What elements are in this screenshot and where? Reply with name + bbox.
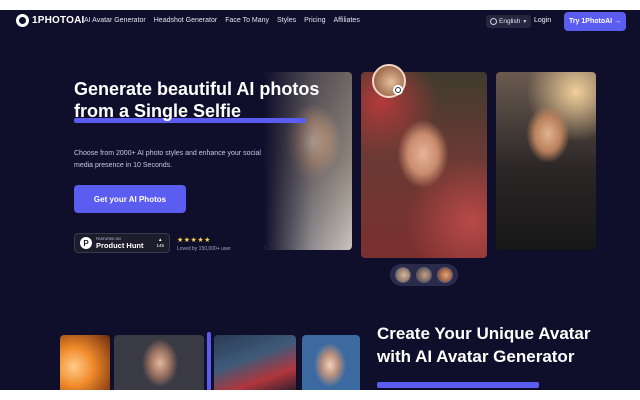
thumbnail-selfie[interactable] (395, 267, 411, 283)
gallery-image (60, 335, 110, 390)
sample-photo-main (361, 72, 487, 258)
hero-subtitle: Choose from 2000+ AI photo styles and en… (74, 150, 261, 169)
hero-title: Generate beautiful AI photos from a Sing… (74, 79, 320, 121)
nav-links: AI Avatar Generator Headshot Generator F… (84, 17, 360, 24)
upvote-count: ▲ 145 (156, 237, 164, 248)
gallery-image (214, 335, 296, 390)
logo-text: 1PHOTOAI (32, 15, 85, 26)
page: 1PHOTOAI AI Avatar Generator Headshot Ge… (0, 10, 640, 390)
nav-face-to-many[interactable]: Face To Many (225, 17, 269, 24)
nav-affiliates[interactable]: Affiliates (334, 17, 360, 24)
product-hunt-badge[interactable]: P FEATURED ON Product Hunt ▲ 145 (74, 233, 170, 253)
selfie-thumbnails (390, 264, 458, 286)
sample-photo-hat (496, 72, 596, 250)
logo-icon (16, 14, 29, 27)
nav-ai-avatar-generator[interactable]: AI Avatar Generator (84, 17, 146, 24)
camera-icon (393, 85, 403, 95)
language-label: English (499, 18, 521, 25)
gallery-image (302, 335, 360, 390)
thumbnail-selfie[interactable] (437, 267, 453, 283)
product-hunt-name: Product Hunt (96, 240, 144, 250)
login-link[interactable]: Login (534, 17, 551, 24)
section-title: Create Your Unique Avatar with AI Avatar… (377, 324, 591, 366)
loved-by-text: Loved by 150,000+ user (177, 246, 231, 252)
section-title-underline (377, 382, 539, 388)
logo[interactable]: 1PHOTOAI (16, 14, 85, 27)
nav-styles[interactable]: Styles (277, 17, 296, 24)
globe-icon (490, 18, 497, 25)
nav-pricing[interactable]: Pricing (304, 17, 325, 24)
gallery-divider (207, 332, 211, 390)
gallery-image (114, 335, 204, 390)
thumbnail-selfie[interactable] (416, 267, 432, 283)
top-nav: 1PHOTOAI AI Avatar Generator Headshot Ge… (0, 10, 640, 34)
get-ai-photos-button[interactable]: Get your AI Photos (74, 185, 186, 213)
try-1photoai-button[interactable]: Try 1PhotoAI → (564, 12, 626, 31)
rating-stars: ★★★★★ (177, 237, 211, 244)
chevron-down-icon: ▼ (522, 18, 528, 25)
language-select[interactable]: English ▼ (486, 15, 532, 28)
product-hunt-icon: P (80, 237, 92, 249)
avatar-gallery (0, 332, 370, 390)
nav-headshot-generator[interactable]: Headshot Generator (154, 17, 217, 24)
